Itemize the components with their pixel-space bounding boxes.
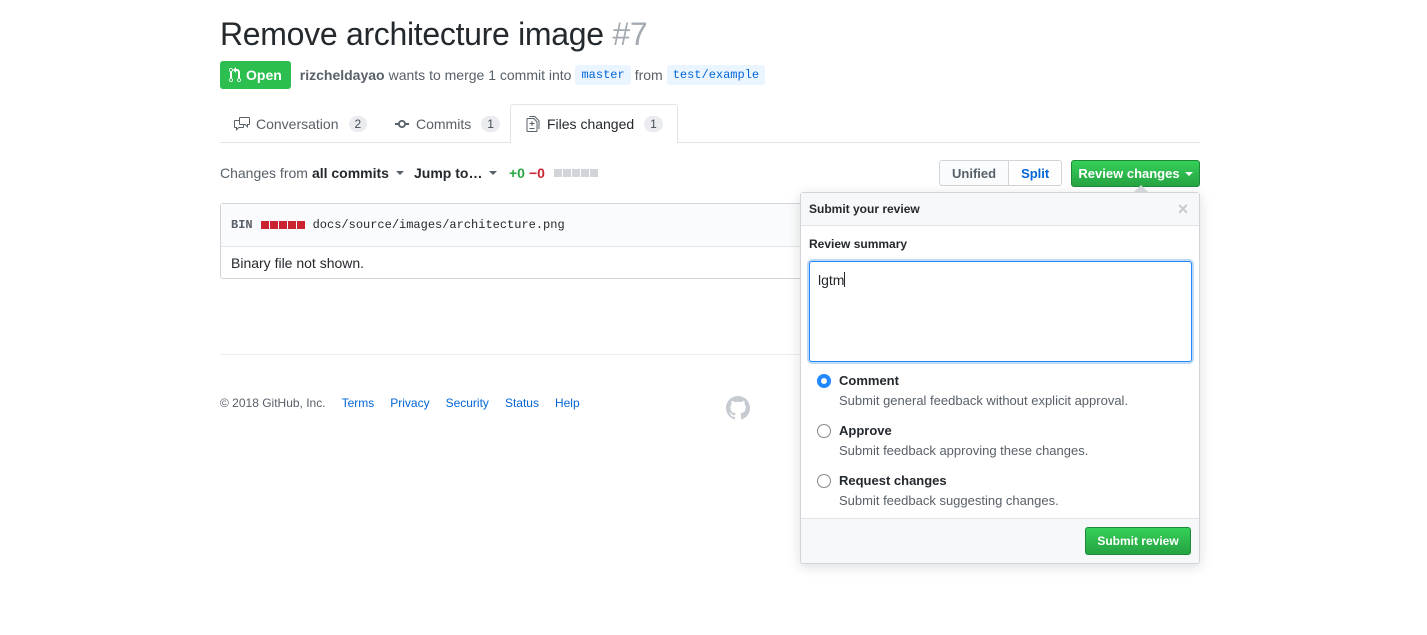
pr-title: Remove architecture image #7 (220, 16, 648, 53)
binary-label: BIN (231, 218, 253, 232)
files-toolbar: Changes from all commits Jump to… +0 −0 … (220, 160, 1200, 187)
github-mark-icon[interactable] (726, 396, 750, 420)
footer-link-security[interactable]: Security (446, 396, 489, 410)
footer-link-terms[interactable]: Terms (342, 396, 375, 410)
option-comment[interactable]: Comment Submit general feedback without … (817, 373, 1128, 408)
from-text: from (634, 67, 663, 83)
copyright: © 2018 GitHub, Inc. (220, 396, 326, 410)
tab-label: Commits (416, 115, 472, 132)
changes-from-dropdown[interactable]: Changes from all commits (220, 165, 404, 181)
review-changes-label: Review changes (1078, 166, 1180, 181)
base-branch[interactable]: master (575, 65, 631, 85)
pr-number: #7 (612, 16, 648, 52)
status-badge-label: Open (246, 67, 282, 83)
close-icon[interactable]: × (1175, 200, 1191, 218)
option-desc: Submit feedback approving these changes. (839, 443, 1089, 458)
tab-label: Conversation (256, 115, 339, 132)
option-title: Comment (839, 373, 899, 388)
git-pull-request-icon (229, 67, 241, 83)
popup-footer: Submit review (801, 518, 1199, 563)
status-badge: Open (220, 61, 291, 89)
review-popup: Submit your review × Review summary lgtm… (800, 185, 1200, 564)
option-request-changes[interactable]: Request changes Submit feedback suggesti… (817, 473, 1059, 508)
diff-stats: +0 −0 (509, 165, 598, 181)
pr-title-text: Remove architecture image (220, 16, 604, 52)
jump-to-dropdown[interactable]: Jump to… (414, 165, 498, 181)
tab-counter: 1 (644, 116, 663, 132)
tab-counter: 2 (348, 115, 368, 132)
diff-view-toggle: Unified Split (939, 160, 1063, 186)
option-title: Approve (839, 423, 892, 438)
tab-counter: 1 (481, 115, 500, 132)
option-desc: Submit feedback suggesting changes. (839, 493, 1059, 508)
merge-info: rizcheldayao wants to merge 1 commit int… (300, 65, 766, 85)
unified-button[interactable]: Unified (939, 160, 1010, 186)
text-cursor (844, 272, 846, 287)
head-branch[interactable]: test/example (666, 65, 766, 85)
comment-discussion-icon (234, 116, 250, 131)
radio-request-changes[interactable] (817, 474, 831, 488)
chevron-down-icon (395, 171, 404, 175)
radio-comment[interactable] (817, 374, 831, 388)
footer-link-privacy[interactable]: Privacy (390, 396, 429, 410)
option-desc: Submit general feedback without explicit… (839, 393, 1129, 408)
changes-from-prefix: Changes from (220, 165, 308, 181)
submit-review-button[interactable]: Submit review (1085, 527, 1191, 555)
tab-conversation[interactable]: Conversation 2 (220, 104, 381, 143)
file-path-link[interactable]: docs/source/images/architecture.png (313, 218, 565, 232)
pr-meta: Open rizcheldayao wants to merge 1 commi… (220, 61, 766, 89)
popup-title: Submit your review (809, 202, 920, 216)
tab-commits[interactable]: Commits 1 (380, 104, 514, 143)
diffstat-blocks (553, 169, 598, 177)
jump-to-label: Jump to… (414, 165, 483, 181)
diff-icon (526, 116, 540, 132)
deletions-count: −0 (528, 165, 545, 181)
footer-link-help[interactable]: Help (555, 396, 580, 410)
option-approve[interactable]: Approve Submit feedback approving these … (817, 423, 1088, 458)
chevron-down-icon (1184, 171, 1193, 176)
review-changes-button[interactable]: Review changes (1071, 160, 1200, 187)
split-button[interactable]: Split (1009, 160, 1063, 186)
chevron-down-icon (489, 171, 498, 175)
tab-label: Files changed (547, 116, 635, 132)
review-summary-label: Review summary (809, 237, 908, 251)
footer: © 2018 GitHub, Inc. Terms Privacy Securi… (220, 396, 580, 410)
additions-count: +0 (509, 165, 525, 181)
merge-text: wants to merge 1 commit into (388, 67, 572, 83)
author-link[interactable]: rizcheldayao (300, 67, 385, 83)
review-summary-value: lgtm (818, 272, 845, 288)
tab-files-changed[interactable]: Files changed 1 (510, 104, 678, 144)
diffstat-blocks (260, 221, 305, 229)
footer-link-status[interactable]: Status (505, 396, 539, 410)
option-title: Request changes (839, 473, 947, 488)
radio-approve[interactable] (817, 424, 831, 438)
changes-from-value: all commits (311, 165, 389, 181)
pr-tabs: Conversation 2 Commits 1 Files changed 1 (220, 104, 1200, 144)
git-commit-icon (395, 119, 409, 128)
popup-header: Submit your review × (801, 193, 1199, 226)
review-summary-textarea[interactable]: lgtm (809, 261, 1192, 362)
